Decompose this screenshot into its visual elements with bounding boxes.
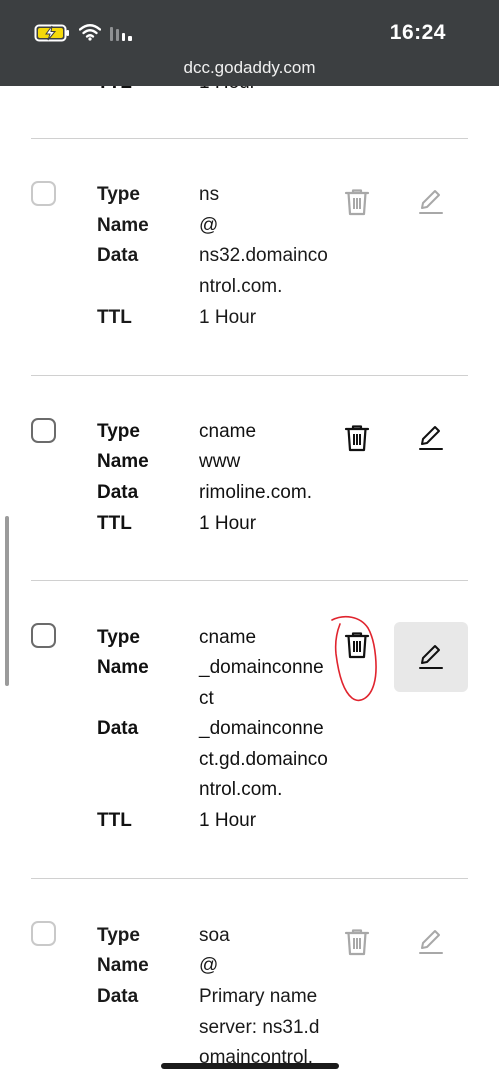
wifi-icon [78, 23, 102, 46]
edit-button[interactable] [394, 622, 468, 692]
edit-button[interactable] [394, 907, 468, 977]
ttl-value: 1 Hour [199, 810, 257, 831]
record-checkbox[interactable] [31, 181, 56, 206]
type-label: Type [97, 184, 140, 205]
name-value: _domainconnect [199, 657, 324, 709]
scroll-indicator[interactable] [5, 516, 9, 686]
partial-ttl-value: 1 Hour [199, 86, 256, 94]
status-time: 16:24 [389, 21, 446, 44]
signal-icon [109, 25, 135, 46]
url-bar[interactable]: dcc.godaddy.com [0, 58, 499, 78]
delete-button[interactable] [320, 907, 394, 977]
ttl-label: TTL [97, 810, 132, 831]
data-label: Data [97, 718, 139, 739]
dns-record-soa: Type soa Name @ Data Primary name server… [0, 920, 499, 1080]
delete-button[interactable] [320, 610, 394, 680]
name-label: Name [97, 955, 149, 976]
type-value: cname [199, 627, 257, 648]
delete-button[interactable] [320, 403, 394, 473]
dns-record-ns: Type ns Name @ Data ns32.domaincontrol.c… [0, 178, 499, 378]
type-label: Type [97, 421, 140, 442]
data-label: Data [97, 986, 139, 1007]
ttl-label: TTL [97, 513, 132, 534]
data-label: Data [97, 482, 139, 503]
name-label: Name [97, 657, 149, 678]
record-checkbox[interactable] [31, 921, 56, 946]
trash-icon [344, 928, 370, 956]
ttl-value: 1 Hour [199, 307, 257, 328]
dns-record-cname-www: Type cname Name www Data rimoline.com. T… [0, 416, 499, 586]
pencil-icon [418, 928, 444, 956]
divider [31, 375, 468, 376]
name-value: www [199, 451, 241, 472]
data-value: rimoline.com. [199, 482, 312, 503]
pencil-icon [418, 188, 444, 216]
partial-ttl-label: TTL [97, 86, 132, 94]
data-value: _domainconnect.gd.domaincontrol.com. [199, 718, 328, 801]
divider [31, 878, 468, 879]
dns-records-list: TTL 1 Hour Type ns Name @ Data ns32.doma… [0, 86, 499, 1080]
name-value: @ [199, 955, 219, 976]
pencil-icon [418, 643, 444, 671]
delete-button[interactable] [320, 167, 394, 237]
record-checkbox[interactable] [31, 623, 56, 648]
status-bar: 16:24 dcc.godaddy.com [0, 0, 499, 86]
name-label: Name [97, 215, 149, 236]
type-value: ns [199, 184, 220, 205]
edit-button[interactable] [394, 403, 468, 473]
type-label: Type [97, 627, 140, 648]
name-value: @ [199, 215, 219, 236]
pencil-icon [418, 424, 444, 452]
name-label: Name [97, 451, 149, 472]
divider [31, 138, 468, 139]
type-value: soa [199, 925, 230, 946]
divider [31, 580, 468, 581]
battery-charging-icon [34, 23, 70, 48]
home-indicator[interactable] [161, 1063, 339, 1069]
edit-button[interactable] [394, 167, 468, 237]
trash-icon [344, 424, 370, 452]
data-value: ns32.domaincontrol.com. [199, 245, 328, 297]
ttl-value: 1 Hour [199, 513, 257, 534]
trash-icon [344, 631, 370, 659]
data-value: Primary name server: ns31.domaincontrol. [199, 986, 320, 1069]
dns-record-cname-domainconnect: Type cname Name _domainconnect Data _dom… [0, 615, 499, 882]
ttl-label: TTL [97, 307, 132, 328]
record-checkbox[interactable] [31, 418, 56, 443]
data-label: Data [97, 245, 139, 266]
type-value: cname [199, 421, 257, 442]
type-label: Type [97, 925, 140, 946]
trash-icon [344, 188, 370, 216]
